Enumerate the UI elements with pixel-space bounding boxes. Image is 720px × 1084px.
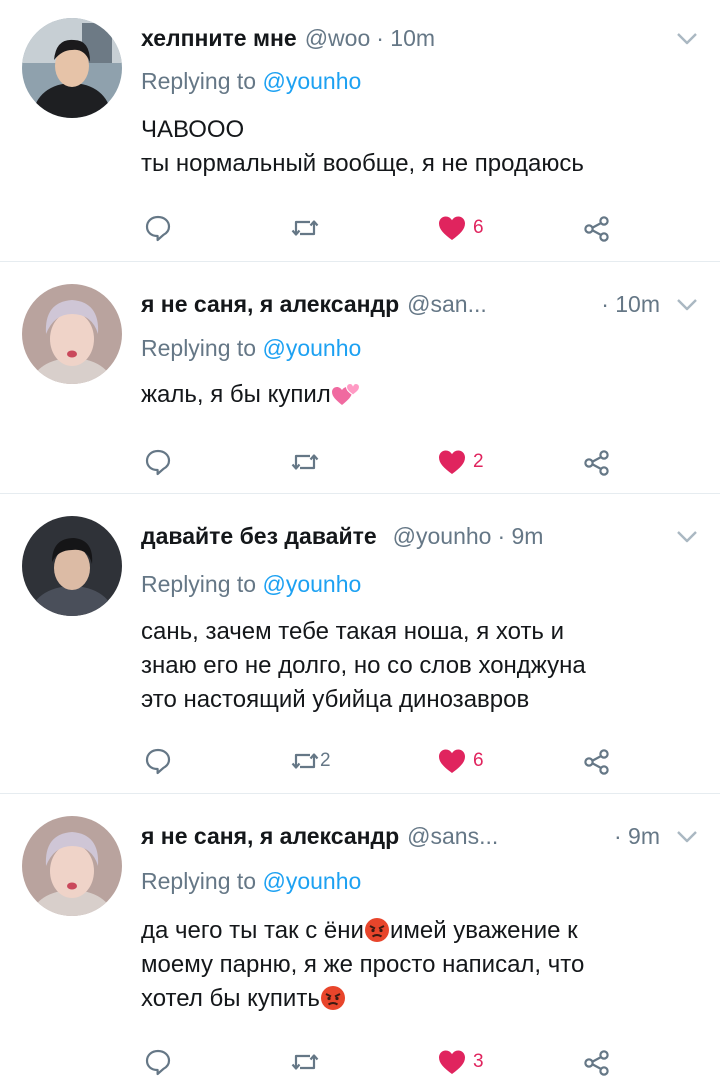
tweet-text: жаль, я бы купил [141,378,680,412]
author-handle[interactable]: @san... [407,291,487,318]
tweet[interactable]: давайте без давайте @younho · 9m Replyin… [0,494,720,794]
reply-button[interactable] [143,744,173,778]
tweet-text-line: да чего ты так с ёни имей уважение к [141,914,680,948]
like-count: 6 [473,750,484,771]
retweet-icon [290,213,320,243]
like-count: 6 [473,217,484,238]
two-hearts-emoji [331,381,361,407]
tweet-text-fragment: хотел бы купить [141,985,320,1012]
heart-icon [437,746,467,776]
timestamp[interactable]: · 10m [601,291,660,318]
like-count: 2 [473,451,484,472]
heart-icon [437,447,467,477]
tweet-text: да чего ты так с ёни имей уважение к моем… [141,914,680,1016]
tweet-text: сань, зачем тебе такая ноша, я хоть и зн… [141,615,680,717]
retweet-button[interactable] [290,445,326,479]
timestamp[interactable]: · 10m [376,25,435,52]
replying-to-label: Replying to [141,571,257,597]
author-handle[interactable]: @younho [393,523,492,550]
reply-icon [143,746,173,776]
tweet-actions: 2 [0,445,720,479]
like-button[interactable]: 6 [437,744,484,778]
tweet-text-line: жаль, я бы купил [141,381,331,408]
author-name[interactable]: я не саня, я александр [141,823,399,850]
tweet-text-line: знаю его не долго, но со слов хонджуна [141,652,586,679]
tweet-actions: 6 [0,211,720,245]
retweet-count: 2 [320,750,331,771]
retweet-icon [290,1047,320,1077]
heart-icon [437,1047,467,1077]
heart-icon [437,213,467,243]
share-icon [582,1047,612,1077]
like-count: 3 [473,1051,484,1072]
share-button[interactable] [582,744,612,778]
reply-icon [143,213,173,243]
replying-to: Replying to @younho [141,68,361,95]
reply-button[interactable] [143,211,173,245]
retweet-button[interactable]: 2 [290,744,331,778]
author-name[interactable]: хелпните мне [141,25,297,52]
tweet-text-line: это настоящий убийца динозавров [141,686,530,713]
mention-link[interactable]: @younho [262,68,361,94]
chevron-down-icon[interactable] [674,25,700,51]
replying-to: Replying to @younho [141,335,361,362]
replying-to-label: Replying to [141,868,257,894]
retweet-icon [290,746,320,776]
author-name[interactable]: я не саня, я александр [141,291,399,318]
tweet-text-line: моему парню, я же просто написал, что [141,951,585,978]
avatar[interactable] [22,18,122,118]
tweet-text-line: ты нормальный вообще, я не продаюсь [141,150,584,177]
replying-to: Replying to @younho [141,571,361,598]
like-button[interactable]: 2 [437,445,484,479]
replying-to: Replying to @younho [141,868,361,895]
reply-button[interactable] [143,445,173,479]
replying-to-label: Replying to [141,335,257,361]
tweet[interactable]: я не саня, я александр @sans... · 9m Rep… [0,794,720,1084]
reply-icon [143,447,173,477]
tweet-actions: 3 [0,1045,720,1079]
author-handle[interactable]: @woo [305,25,371,52]
tweet-feed: хелпните мне @woo · 10m Replying to @you… [0,0,720,1084]
retweet-icon [290,447,320,477]
share-icon [582,447,612,477]
chevron-down-icon[interactable] [674,823,700,849]
angry-face-emoji [320,985,346,1011]
avatar[interactable] [22,516,122,616]
avatar[interactable] [22,284,122,384]
timestamp[interactable]: · 9m [614,823,660,850]
timestamp[interactable]: · 9m [497,523,543,550]
tweet[interactable]: хелпните мне @woo · 10m Replying to @you… [0,0,720,262]
retweet-button[interactable] [290,1045,326,1079]
tweet-text-line: ЧАВООО [141,116,245,143]
tweet-text-fragment: имей уважение к [389,917,578,944]
share-button[interactable] [582,211,612,245]
like-button[interactable]: 3 [437,1045,484,1079]
reply-icon [143,1047,173,1077]
chevron-down-icon[interactable] [674,291,700,317]
chevron-down-icon[interactable] [674,523,700,549]
tweet-text-fragment: да чего ты так с ёни [141,917,364,944]
replying-to-label: Replying to [141,68,257,94]
share-button[interactable] [582,1045,612,1079]
share-icon [582,746,612,776]
mention-link[interactable]: @younho [262,571,361,597]
retweet-button[interactable] [290,211,326,245]
reply-button[interactable] [143,1045,173,1079]
avatar[interactable] [22,816,122,916]
share-icon [582,213,612,243]
mention-link[interactable]: @younho [262,868,361,894]
tweet[interactable]: я не саня, я александр @san... · 10m Rep… [0,262,720,494]
tweet-text: ЧАВООО ты нормальный вообще, я не продаю… [141,113,680,181]
angry-face-emoji [364,917,390,943]
author-handle[interactable]: @sans... [407,823,498,850]
like-button[interactable]: 6 [437,211,484,245]
mention-link[interactable]: @younho [262,335,361,361]
author-name[interactable]: давайте без давайте [141,523,377,550]
share-button[interactable] [582,445,612,479]
tweet-text-line: хотел бы купить [141,982,680,1016]
tweet-actions: 2 6 [0,744,720,778]
tweet-text-line: сань, зачем тебе такая ноша, я хоть и [141,618,565,645]
